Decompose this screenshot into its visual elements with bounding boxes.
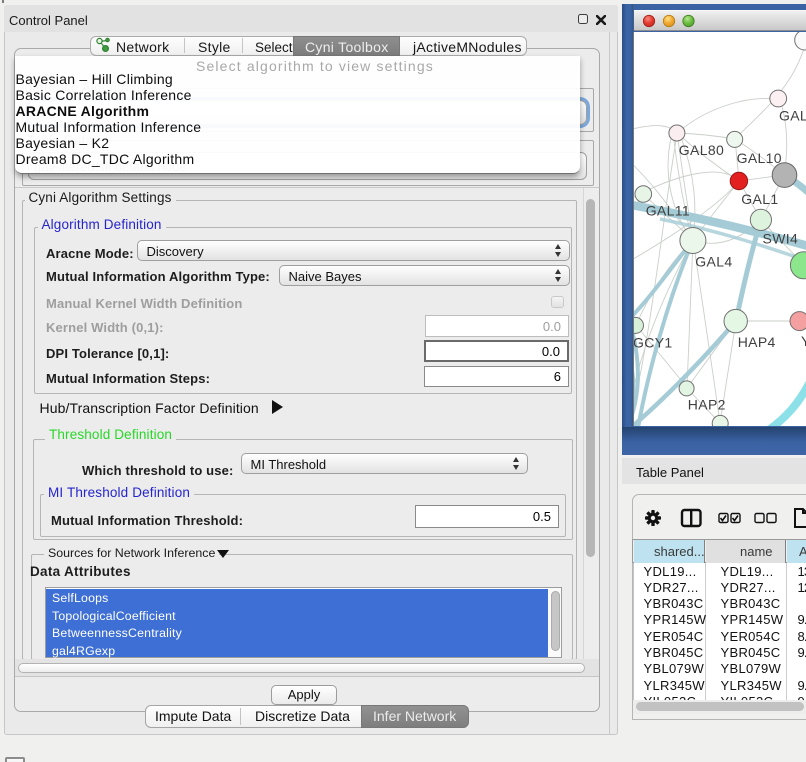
svg-text:GAL1: GAL1 (741, 191, 778, 207)
svg-text:GAL4: GAL4 (695, 254, 732, 270)
svg-text:GAL10: GAL10 (737, 150, 782, 166)
svg-text:GCY1: GCY1 (634, 335, 673, 351)
svg-text:HAP2: HAP2 (688, 397, 726, 413)
svg-text:GAL80: GAL80 (679, 142, 724, 158)
svg-text:GAL2: GAL2 (779, 108, 806, 124)
svg-text:HAP4: HAP4 (738, 334, 776, 350)
svg-text:YJ: YJ (801, 333, 806, 349)
svg-text:GAL11: GAL11 (646, 203, 690, 219)
svg-text:SWI4: SWI4 (763, 231, 799, 247)
